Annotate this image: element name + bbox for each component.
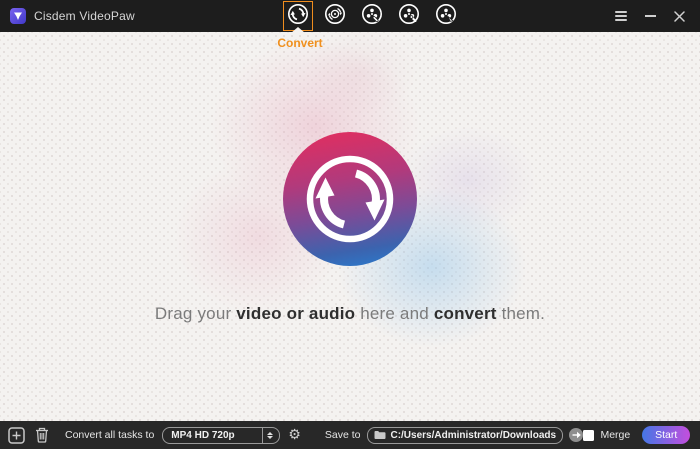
save-to-label: Save to: [324, 429, 361, 441]
convert-badge-icon: [283, 132, 417, 266]
film-reel-pen-icon: [434, 2, 458, 31]
window-title: Cisdem VideoPaw: [34, 9, 135, 23]
active-tab-notch: [291, 27, 305, 33]
film-reel-tools-icon: [397, 2, 421, 31]
app-window: Cisdem VideoPaw Convert Drag your video …: [0, 0, 700, 449]
menu-icon[interactable]: [614, 9, 628, 23]
merge-toggle[interactable]: Merge: [583, 429, 630, 441]
bottom-bar: Convert all tasks to MP4 HD 720p ⚙ Save …: [0, 421, 700, 449]
drop-hint-text: Drag your video or audio here and conver…: [0, 304, 700, 324]
folder-icon: [374, 430, 386, 440]
app-identity: Cisdem VideoPaw: [0, 8, 135, 24]
open-folder-arrow-button[interactable]: [569, 428, 584, 442]
toolbar-tabs: [283, 1, 461, 31]
format-select[interactable]: MP4 HD 720p: [162, 426, 281, 444]
minimize-icon[interactable]: [643, 9, 657, 23]
format-value: MP4 HD 720p: [171, 429, 235, 441]
title-bar: Cisdem VideoPaw: [0, 0, 700, 32]
gear-icon[interactable]: ⚙: [288, 428, 301, 442]
drop-hint-part2: here and: [355, 304, 434, 323]
drop-hint-bold2: convert: [433, 304, 497, 323]
disc-arrows-icon: [323, 2, 347, 31]
drop-hint-part3: them.: [496, 304, 546, 323]
tab-rip[interactable]: [320, 1, 350, 31]
drop-hint-bold1: video or audio: [236, 304, 356, 323]
active-tab-label: Convert: [277, 36, 323, 50]
delete-trash-button[interactable]: [35, 427, 49, 443]
merge-checkbox[interactable]: [583, 429, 595, 441]
stepper-arrows-icon: [262, 427, 277, 443]
tab-more[interactable]: [431, 1, 461, 31]
tab-toolbox[interactable]: [394, 1, 424, 31]
window-controls: [614, 0, 686, 32]
film-reel-edit-icon: [360, 2, 384, 31]
tab-edit[interactable]: [357, 1, 387, 31]
save-path-value: C:/Users/Administrator/Downloads/New fol…: [390, 429, 557, 441]
convert-all-label: Convert all tasks to: [65, 429, 155, 441]
drop-zone[interactable]: Drag your video or audio here and conver…: [0, 32, 700, 421]
add-file-button[interactable]: [8, 426, 25, 444]
save-path-field[interactable]: C:/Users/Administrator/Downloads/New fol…: [367, 426, 564, 444]
app-logo-icon: [10, 8, 26, 24]
merge-label: Merge: [600, 429, 631, 441]
close-icon[interactable]: [672, 9, 686, 23]
start-button[interactable]: Start: [642, 426, 691, 444]
drop-hint-part1: Drag your: [154, 304, 237, 323]
